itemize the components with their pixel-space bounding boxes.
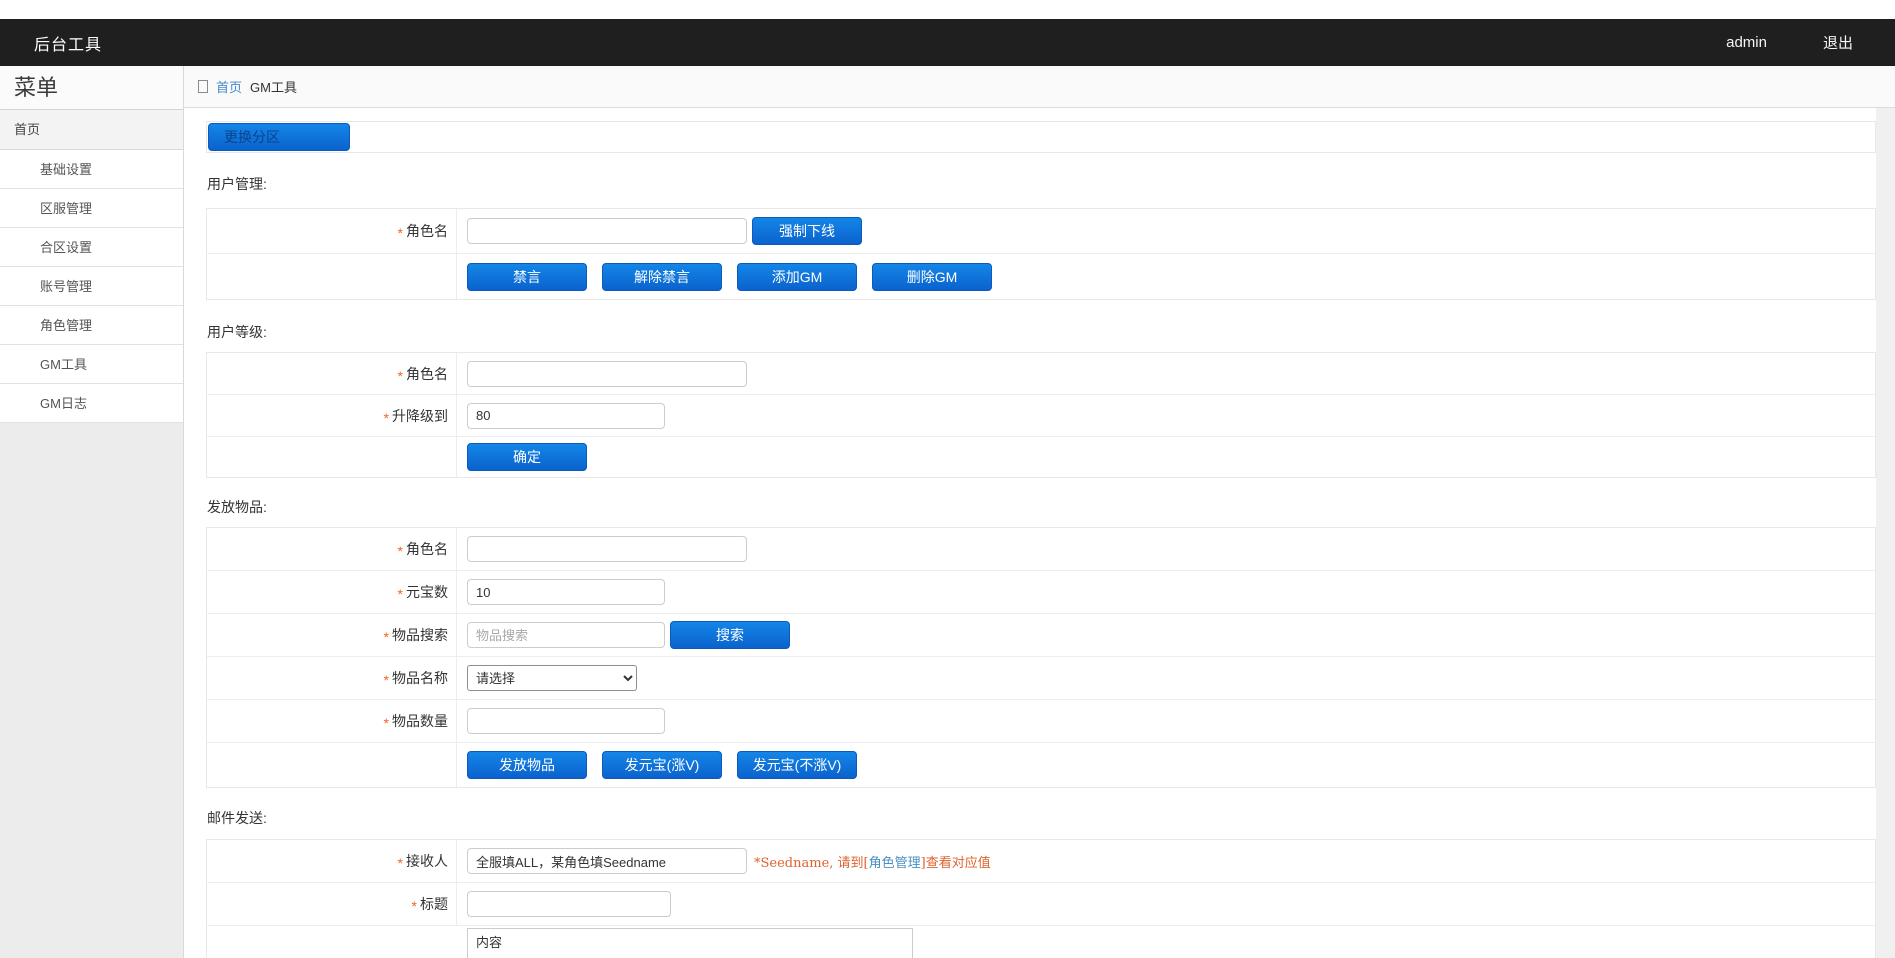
- app-title: 后台工具: [34, 36, 103, 54]
- switch-partition-box: 更换分区: [206, 121, 1876, 153]
- mail-subject-input[interactable]: [467, 891, 671, 917]
- table-row: 禁言 解除禁言 添加GM 删除GM: [207, 254, 1875, 299]
- sidebar-item-role-manage[interactable]: 角色管理: [0, 306, 183, 345]
- required-mark: *: [397, 225, 403, 241]
- grant-yuanbao-vip-button[interactable]: 发元宝(涨V): [602, 751, 722, 779]
- breadcrumb-home-link[interactable]: 首页: [216, 77, 242, 96]
- table-row: 确定: [207, 437, 1875, 477]
- field-cell: [457, 700, 1875, 742]
- item-search-input[interactable]: [467, 622, 665, 648]
- field-cell: 确定: [457, 437, 1875, 477]
- table-row: * 元宝数: [207, 571, 1875, 614]
- section-title-user-manage: 用户管理:: [207, 176, 267, 192]
- sidebar-item-account-manage[interactable]: 账号管理: [0, 267, 183, 306]
- field-cell: [457, 883, 1875, 925]
- sidebar-item-home[interactable]: 首页: [0, 110, 183, 150]
- section-title-grant-items: 发放物品:: [207, 499, 267, 515]
- sidebar-header: 菜单: [0, 66, 183, 110]
- receiver-hint: *Seedname, 请到[角色管理]查看对应值: [754, 855, 991, 871]
- item-qty-input[interactable]: [467, 708, 665, 734]
- table-row: * 角色名: [207, 528, 1875, 571]
- receiver-input[interactable]: [467, 848, 747, 874]
- confirm-button[interactable]: 确定: [467, 443, 587, 471]
- empty-label-cell: [207, 254, 457, 299]
- top-navbar: 后台工具 admin 退出: [0, 19, 1895, 66]
- item-name-label: * 物品名称: [207, 657, 457, 699]
- field-cell: 请选择: [457, 657, 1875, 699]
- table-row: * 接收人 *Seedname, 请到[角色管理]查看对应值: [207, 840, 1875, 883]
- main-area: 首页 GM工具 更换分区 用户管理: * 角色名 强制下线 禁言 解除禁言 添加…: [184, 66, 1895, 958]
- empty-label-cell: [207, 743, 457, 787]
- empty-label-cell: [207, 437, 457, 477]
- sidebar-item-merge-settings[interactable]: 合区设置: [0, 228, 183, 267]
- grant-items-button[interactable]: 发放物品: [467, 751, 587, 779]
- grant-yuanbao-novip-button[interactable]: 发元宝(不涨V): [737, 751, 857, 779]
- current-user[interactable]: admin: [1726, 34, 1767, 51]
- top-white-strip: [0, 0, 1895, 19]
- item-qty-label: * 物品数量: [207, 700, 457, 742]
- sidebar-item-gm-tools[interactable]: GM工具: [0, 345, 183, 384]
- delete-gm-button[interactable]: 删除GM: [872, 262, 992, 291]
- mail-table: * 接收人 *Seedname, 请到[角色管理]查看对应值 * 标题: [206, 839, 1876, 958]
- field-cell: 强制下线: [457, 209, 1875, 253]
- role-name-label: * 角色名: [207, 353, 457, 394]
- table-row: * 物品数量: [207, 700, 1875, 743]
- breadcrumb-current: GM工具: [250, 80, 297, 95]
- sidebar: 菜单 首页 基础设置 区服管理 合区设置 账号管理 角色管理 GM工具 GM日志: [0, 66, 184, 958]
- role-manage-link[interactable]: 角色管理: [869, 856, 921, 871]
- force-offline-button[interactable]: 强制下线: [752, 217, 862, 245]
- table-row: 内容: [207, 926, 1875, 958]
- grant-items-table: * 角色名 * 元宝数 10 * 物品搜索 物品搜索 搜索 * 物品名称 请选择…: [206, 527, 1876, 788]
- section-title-user-level: 用户等级:: [207, 324, 267, 340]
- section-title-mail: 邮件发送:: [207, 810, 267, 826]
- page-icon: [198, 80, 208, 93]
- yuanbao-count-input[interactable]: [467, 579, 665, 605]
- field-cell: [457, 395, 1875, 436]
- role-name-input[interactable]: [467, 218, 747, 244]
- level-to-label: * 升降级到: [207, 395, 457, 436]
- field-cell: 禁言 解除禁言 添加GM 删除GM: [457, 254, 1875, 299]
- logout-link[interactable]: 退出: [1823, 32, 1853, 53]
- table-row: * 标题: [207, 883, 1875, 926]
- grant-role-name-input[interactable]: [467, 536, 747, 562]
- content-panel: 更换分区 用户管理: * 角色名 强制下线 禁言 解除禁言 添加GM 删除GM …: [184, 108, 1876, 958]
- item-name-select[interactable]: 请选择: [467, 665, 637, 691]
- field-cell: [457, 571, 1875, 613]
- level-value-input[interactable]: [467, 402, 665, 429]
- mute-button[interactable]: 禁言: [467, 262, 587, 291]
- add-gm-button[interactable]: 添加GM: [737, 262, 857, 291]
- level-role-name-input[interactable]: [467, 360, 747, 387]
- sidebar-item-server-manage[interactable]: 区服管理: [0, 189, 183, 228]
- field-cell: 内容: [457, 926, 1875, 958]
- table-row: * 角色名: [207, 353, 1875, 395]
- navbar-right: admin 退出: [1726, 32, 1853, 53]
- item-search-label: * 物品搜索: [207, 614, 457, 656]
- search-button[interactable]: 搜索: [670, 621, 790, 649]
- breadcrumb: 首页 GM工具: [184, 66, 1895, 108]
- yuanbao-count-label: * 元宝数: [207, 571, 457, 613]
- mail-subject-label: * 标题: [207, 883, 457, 925]
- table-row: * 物品名称 请选择: [207, 657, 1875, 700]
- unmute-button[interactable]: 解除禁言: [602, 262, 722, 291]
- mail-content-textarea[interactable]: 内容: [467, 928, 913, 958]
- user-level-table: * 角色名 * 升降级到 80 确定: [206, 352, 1876, 478]
- receiver-label: * 接收人: [207, 840, 457, 882]
- field-cell: [457, 528, 1875, 570]
- switch-partition-button[interactable]: 更换分区: [208, 123, 350, 151]
- table-row: 发放物品 发元宝(涨V) 发元宝(不涨V): [207, 743, 1875, 787]
- table-row: * 升降级到: [207, 395, 1875, 437]
- role-name-label: * 角色名: [207, 209, 457, 253]
- sidebar-item-gm-log[interactable]: GM日志: [0, 384, 183, 423]
- field-cell: *Seedname, 请到[角色管理]查看对应值: [457, 840, 1875, 882]
- table-row: * 角色名 强制下线: [207, 209, 1875, 254]
- field-cell: [457, 353, 1875, 394]
- role-name-label: * 角色名: [207, 528, 457, 570]
- field-cell: 发放物品 发元宝(涨V) 发元宝(不涨V): [457, 743, 1875, 787]
- field-cell: 搜索: [457, 614, 1875, 656]
- user-manage-table: * 角色名 强制下线 禁言 解除禁言 添加GM 删除GM: [206, 208, 1876, 300]
- table-row: * 物品搜索 搜索: [207, 614, 1875, 657]
- sidebar-item-basic-settings[interactable]: 基础设置: [0, 150, 183, 189]
